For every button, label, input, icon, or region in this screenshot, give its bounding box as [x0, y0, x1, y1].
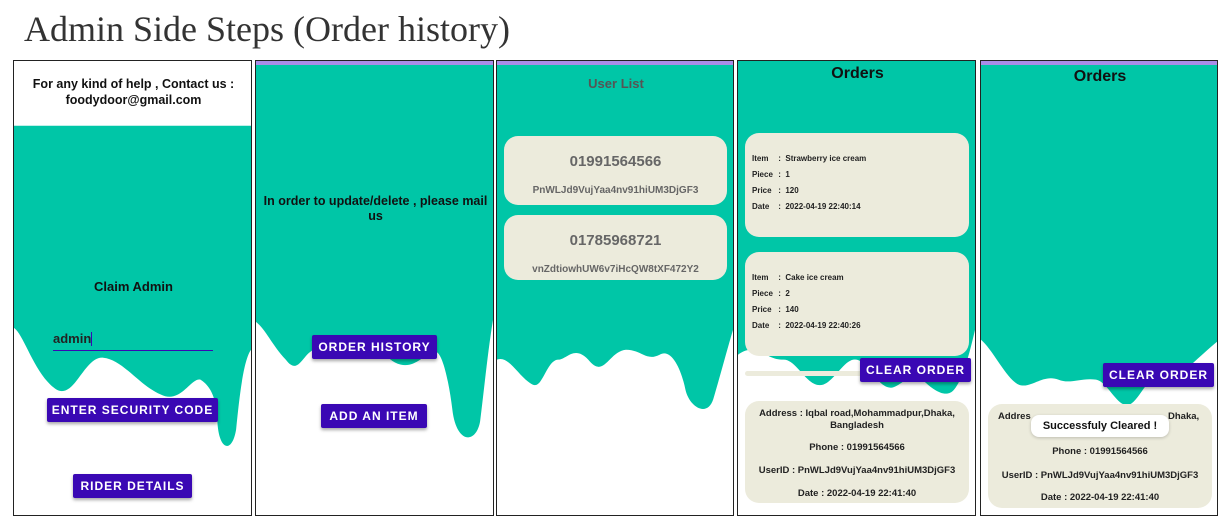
- customer-userid: UserID : PnWLJd9VujYaa4nv91hiUM3DjGF3: [758, 465, 956, 476]
- user-id: PnWLJd9VujYaa4nv91hiUM3DjGF3: [532, 185, 699, 196]
- user-list-title: User List: [588, 76, 644, 91]
- add-an-item-button[interactable]: ADD AN ITEM: [321, 404, 427, 428]
- clear-order-button[interactable]: CLEAR ORDER: [1103, 363, 1214, 387]
- user-phone: 01785968721: [569, 232, 662, 249]
- order-piece: Piece : 2: [752, 289, 790, 298]
- orders-title: Orders: [1073, 68, 1127, 85]
- customer-info-card: Address : Iqbal road,Mohammadpur,Dhaka, …: [745, 401, 969, 503]
- order-history-button[interactable]: ORDER HISTORY: [312, 335, 437, 359]
- order-price: Price : 140: [752, 305, 799, 314]
- order-piece: Piece : 1: [752, 170, 790, 179]
- rider-details-button[interactable]: RIDER DETAILS: [73, 474, 192, 498]
- text-cursor: [91, 331, 93, 346]
- clear-order-button[interactable]: CLEAR ORDER: [860, 358, 971, 382]
- customer-userid: UserID : PnWLJd9VujYaa4nv91hiUM3DjGF3: [1001, 470, 1199, 481]
- page-title: Admin Side Steps (Order history): [24, 9, 510, 49]
- order-date: Date : 2022-04-19 22:40:26: [752, 321, 861, 330]
- screen-user-list: User List 01991564566 PnWLJd9VujYaa4nv91…: [496, 60, 734, 516]
- customer-address: Address : Iqbal road,Mohammadpur,Dhaka, …: [759, 408, 955, 431]
- customer-address-partial: Addres: [998, 411, 1031, 422]
- order-date: Date : 2022-04-19 22:40:14: [752, 202, 861, 211]
- user-card[interactable]: 01991564566 PnWLJd9VujYaa4nv91hiUM3DjGF3: [504, 136, 727, 205]
- help-text: For any kind of help , Contact us : food…: [32, 77, 235, 107]
- screen-admin-menu: In order to update/delete , please mail …: [255, 60, 494, 516]
- scroll-divider: [745, 371, 865, 376]
- update-delete-message: In order to update/delete , please mail …: [263, 194, 488, 223]
- user-id: vnZdtiowhUW6v7iHcQW8tXF472Y2: [532, 264, 699, 275]
- cleared-toast: Successfuly Cleared !: [1031, 415, 1169, 437]
- drip-background: [497, 61, 733, 409]
- claim-admin-heading: Claim Admin: [94, 279, 173, 294]
- order-card[interactable]: Item : Strawberry ice cream Piece : 1 Pr…: [745, 133, 969, 237]
- order-item: Item : Cake ice cream: [752, 273, 844, 282]
- order-timestamp: Date : 2022-04-19 22:41:40: [797, 488, 917, 499]
- customer-phone: Phone : 01991564566: [1052, 446, 1148, 457]
- admin-input-value: admin: [53, 331, 92, 346]
- customer-address-partial: Dhaka,: [1168, 411, 1200, 422]
- status-strip: [256, 61, 493, 65]
- status-strip: [981, 61, 1217, 65]
- order-timestamp: Date : 2022-04-19 22:41:40: [1040, 492, 1160, 503]
- order-price: Price : 120: [752, 186, 799, 195]
- enter-security-code-button[interactable]: ENTER SECURITY CODE: [47, 398, 218, 422]
- screen-orders: Orders Item : Strawberry ice cream Piece…: [737, 60, 976, 516]
- status-strip: [497, 61, 733, 65]
- screen-claim-admin: For any kind of help , Contact us : food…: [13, 60, 252, 516]
- orders-title: Orders: [831, 65, 884, 82]
- order-card[interactable]: Item : Cake ice cream Piece : 2 Price : …: [745, 252, 969, 356]
- user-phone: 01991564566: [569, 153, 662, 170]
- drip-background: [256, 61, 493, 438]
- admin-input[interactable]: admin: [53, 330, 213, 351]
- screen-orders-cleared: Orders CLEAR ORDER Addres Dhaka, Phone :…: [980, 60, 1218, 516]
- user-card[interactable]: 01785968721 vnZdtiowhUW6v7iHcQW8tXF472Y2: [504, 215, 727, 280]
- customer-phone: Phone : 01991564566: [809, 442, 905, 453]
- order-item: Item : Strawberry ice cream: [752, 154, 867, 163]
